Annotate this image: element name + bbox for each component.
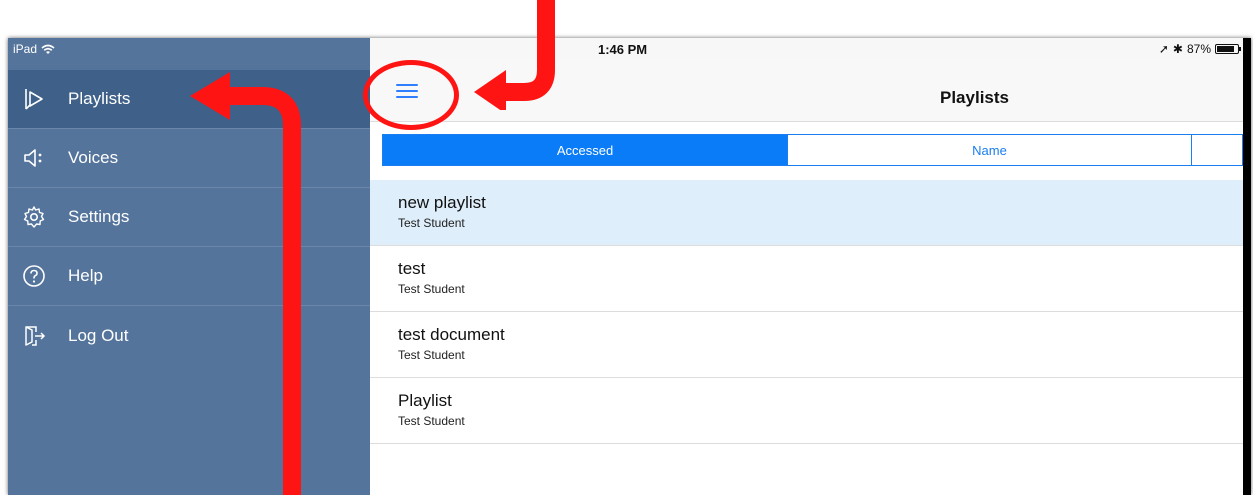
battery-fill bbox=[1217, 46, 1234, 52]
page-title: Playlists bbox=[940, 88, 1009, 107]
sidebar-item-label: Settings bbox=[68, 207, 130, 226]
help-icon bbox=[20, 262, 48, 290]
battery-icon bbox=[1215, 44, 1241, 54]
annotation-arrow-up-left bbox=[190, 72, 301, 495]
playlist-title: test document bbox=[398, 325, 505, 344]
playlist-title: Playlist bbox=[398, 391, 452, 410]
tab-more[interactable] bbox=[1192, 135, 1243, 165]
tab-accessed[interactable]: Accessed bbox=[383, 135, 788, 165]
device-label: iPad bbox=[13, 42, 38, 56]
bluetooth-icon: ✱ bbox=[1172, 42, 1183, 56]
annotation-circle bbox=[363, 60, 459, 130]
playlist-icon bbox=[20, 85, 48, 113]
playlist-list: new playlist Test Student test Test Stud… bbox=[370, 180, 1243, 444]
list-item[interactable]: test Test Student bbox=[370, 246, 1243, 312]
sidebar-item-label: Log Out bbox=[68, 325, 129, 345]
playlist-owner: Test Student bbox=[398, 216, 465, 230]
logout-icon bbox=[20, 322, 48, 350]
status-right: ➚ ✱ 87% bbox=[1158, 42, 1241, 56]
sidebar-item-label: Help bbox=[68, 266, 103, 285]
sort-segmented-control: Accessed Name bbox=[382, 134, 1243, 166]
playlist-title: new playlist bbox=[398, 193, 486, 212]
annotation-arrow-down-left bbox=[474, 0, 555, 110]
playlist-owner: Test Student bbox=[398, 414, 465, 428]
playlist-owner: Test Student bbox=[398, 282, 465, 296]
list-item[interactable]: new playlist Test Student bbox=[370, 180, 1243, 246]
list-item[interactable]: Playlist Test Student bbox=[370, 378, 1243, 444]
wifi-icon bbox=[41, 44, 55, 54]
voices-icon bbox=[20, 144, 48, 172]
status-left: iPad bbox=[13, 42, 55, 56]
sidebar-item-label: Voices bbox=[68, 148, 119, 167]
battery-percent: 87% bbox=[1186, 42, 1211, 56]
sidebar-item-label: Playlists bbox=[68, 89, 131, 108]
playlist-owner: Test Student bbox=[398, 348, 465, 362]
location-icon: ➚ bbox=[1158, 42, 1169, 56]
list-item[interactable]: test document Test Student bbox=[370, 312, 1243, 378]
playlist-title: test bbox=[398, 259, 426, 278]
tab-name[interactable]: Name bbox=[788, 135, 1192, 165]
status-time: 1:46 PM bbox=[598, 42, 648, 57]
gear-icon bbox=[20, 203, 48, 231]
